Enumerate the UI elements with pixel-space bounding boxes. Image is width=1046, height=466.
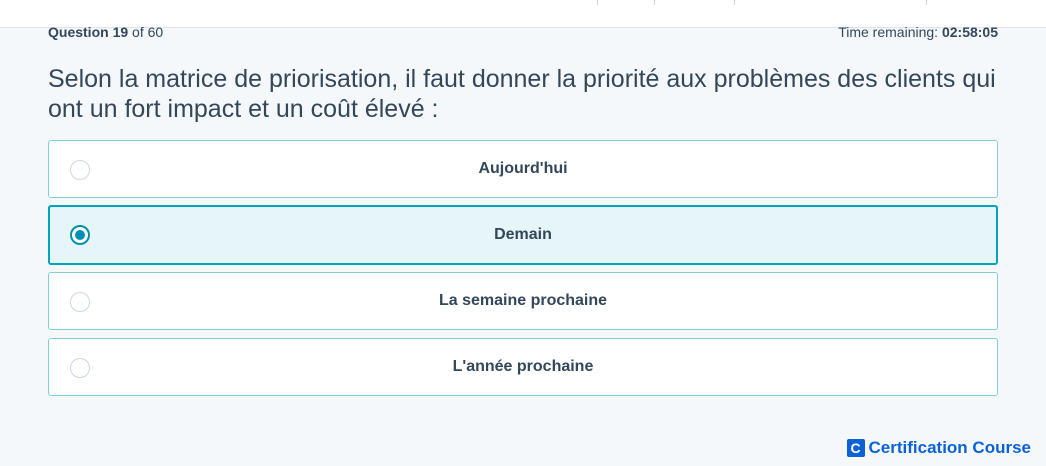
- question-number: 19: [112, 24, 129, 40]
- nav-divider: [654, 0, 655, 5]
- brand-watermark: C Certification Course: [846, 438, 1031, 458]
- answer-option-4[interactable]: L'année prochaine: [48, 338, 998, 396]
- time-value: 02:58:05: [941, 24, 998, 40]
- answer-option-2[interactable]: Demain: [48, 205, 998, 265]
- time-remaining: Time remaining: 02:58:05: [838, 24, 998, 40]
- answer-option-3[interactable]: La semaine prochaine: [48, 272, 998, 330]
- answer-option-1[interactable]: Aujourd'hui: [48, 140, 998, 198]
- time-label: Time remaining:: [838, 24, 939, 40]
- question-total: of 60: [132, 24, 164, 40]
- nav-divider: [926, 0, 927, 5]
- answer-label: Aujourd'hui: [478, 160, 568, 177]
- nav-divider: [734, 0, 735, 5]
- answer-label: Demain: [494, 226, 552, 243]
- nav-divider: [597, 0, 598, 5]
- answer-label: La semaine prochaine: [438, 292, 608, 309]
- question-text: Selon la matrice de priorisation, il fau…: [48, 65, 996, 123]
- question-counter: Question 19 of 60: [48, 24, 163, 40]
- brand-logo-icon: C: [846, 439, 865, 457]
- brand-name: Certification Course: [868, 438, 1031, 457]
- answer-label: L'année prochaine: [452, 358, 594, 375]
- exam-status-bar: Question 19 of 60 Time remaining: 02:58:…: [48, 24, 998, 42]
- question-prefix: Question: [48, 24, 109, 40]
